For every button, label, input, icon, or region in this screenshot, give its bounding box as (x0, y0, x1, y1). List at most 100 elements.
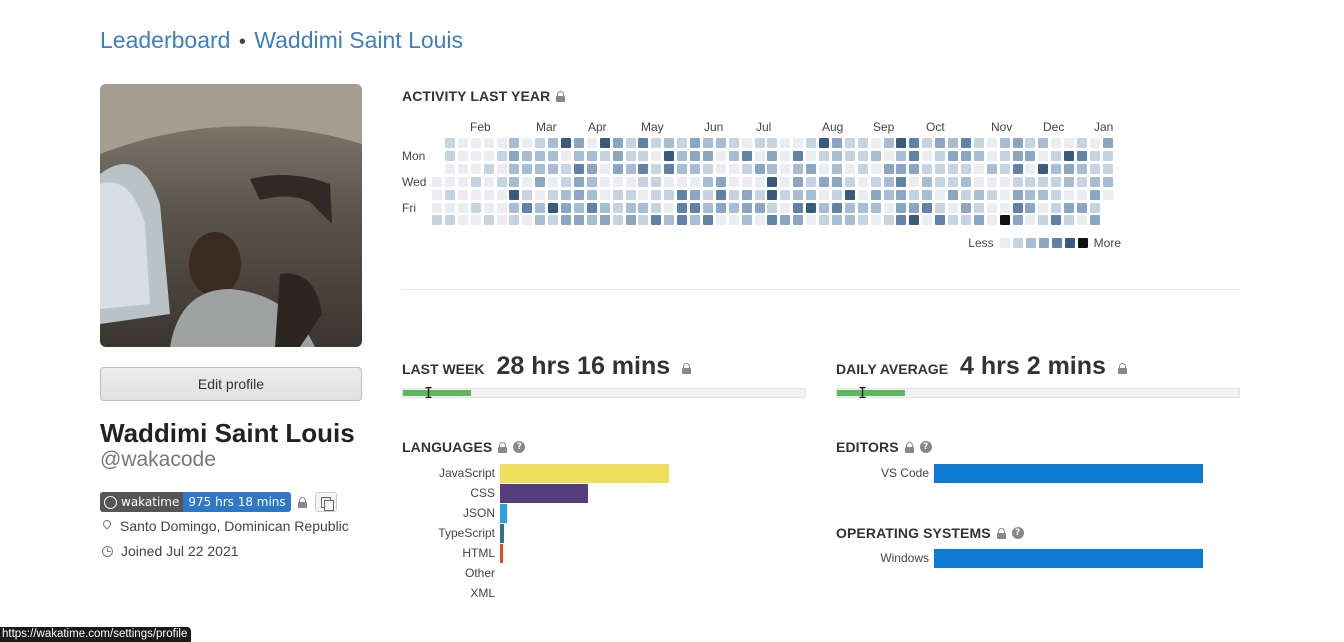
activity-day-cell[interactable] (664, 176, 675, 187)
activity-day-cell[interactable] (922, 215, 933, 226)
activity-day-cell[interactable] (935, 150, 946, 161)
activity-day-cell[interactable] (651, 202, 662, 213)
activity-day-cell[interactable] (444, 150, 455, 161)
activity-day-cell[interactable] (561, 138, 571, 148)
activity-day-cell[interactable] (909, 150, 920, 161)
activity-day-cell[interactable] (767, 138, 778, 148)
breadcrumb-leaderboard-link[interactable]: Leaderboard (100, 27, 230, 53)
activity-day-cell[interactable] (1077, 202, 1087, 213)
activity-day-cell[interactable] (857, 150, 868, 161)
activity-day-cell[interactable] (522, 150, 533, 161)
activity-day-cell[interactable] (870, 202, 881, 213)
activity-day-cell[interactable] (599, 163, 610, 174)
activity-day-cell[interactable] (948, 202, 958, 213)
activity-day-cell[interactable] (960, 163, 971, 174)
activity-day-cell[interactable] (986, 138, 997, 148)
activity-day-cell[interactable] (1012, 150, 1023, 161)
bar[interactable] (500, 464, 669, 483)
activity-day-cell[interactable] (702, 138, 713, 148)
help-icon[interactable]: ? (919, 441, 932, 453)
activity-day-cell[interactable] (690, 202, 700, 213)
activity-day-cell[interactable] (677, 163, 688, 174)
activity-day-cell[interactable] (573, 202, 584, 213)
activity-day-cell[interactable] (1102, 150, 1113, 161)
activity-day-cell[interactable] (470, 176, 481, 187)
bar[interactable] (500, 484, 589, 503)
activity-day-cell[interactable] (999, 150, 1010, 161)
activity-day-cell[interactable] (819, 163, 829, 174)
activity-day-cell[interactable] (844, 138, 855, 148)
activity-day-cell[interactable] (586, 163, 597, 174)
bar[interactable] (500, 544, 503, 563)
activity-day-cell[interactable] (806, 215, 817, 226)
activity-day-cell[interactable] (715, 176, 726, 187)
activity-day-cell[interactable] (612, 163, 623, 174)
activity-day-cell[interactable] (780, 150, 791, 161)
activity-day-cell[interactable] (819, 189, 829, 200)
activity-day-cell[interactable] (573, 163, 584, 174)
activity-day-cell[interactable] (573, 176, 584, 187)
activity-day-cell[interactable] (831, 176, 842, 187)
activity-day-cell[interactable] (844, 163, 855, 174)
activity-day-cell[interactable] (1038, 215, 1049, 226)
activity-day-cell[interactable] (909, 138, 920, 148)
activity-day-cell[interactable] (664, 202, 675, 213)
activity-day-cell[interactable] (677, 215, 688, 226)
bar[interactable] (500, 524, 505, 543)
activity-day-cell[interactable] (509, 176, 520, 187)
activity-day-cell[interactable] (999, 163, 1010, 174)
activity-day-cell[interactable] (1051, 150, 1062, 161)
activity-day-cell[interactable] (483, 215, 494, 226)
activity-day-cell[interactable] (690, 150, 700, 161)
activity-day-cell[interactable] (690, 176, 700, 187)
activity-day-cell[interactable] (432, 176, 442, 187)
activity-day-cell[interactable] (999, 138, 1010, 148)
activity-day-cell[interactable] (754, 176, 765, 187)
activity-day-cell[interactable] (1077, 176, 1087, 187)
activity-day-cell[interactable] (819, 176, 829, 187)
activity-day-cell[interactable] (857, 138, 868, 148)
activity-day-cell[interactable] (1102, 176, 1113, 187)
activity-day-cell[interactable] (986, 150, 997, 161)
activity-day-cell[interactable] (844, 215, 855, 226)
activity-day-cell[interactable] (444, 163, 455, 174)
activity-day-cell[interactable] (935, 202, 946, 213)
bar[interactable] (934, 549, 1203, 568)
activity-day-cell[interactable] (844, 189, 855, 200)
activity-day-cell[interactable] (1012, 202, 1023, 213)
activity-day-cell[interactable] (780, 189, 791, 200)
activity-day-cell[interactable] (535, 163, 546, 174)
activity-day-cell[interactable] (870, 176, 881, 187)
activity-day-cell[interactable] (522, 138, 533, 148)
activity-day-cell[interactable] (780, 176, 791, 187)
activity-day-cell[interactable] (806, 150, 817, 161)
activity-day-cell[interactable] (561, 163, 571, 174)
activity-day-cell[interactable] (690, 138, 700, 148)
breadcrumb-user-link[interactable]: Waddimi Saint Louis (254, 27, 463, 53)
activity-day-cell[interactable] (1038, 150, 1049, 161)
activity-day-cell[interactable] (664, 150, 675, 161)
activity-day-cell[interactable] (999, 189, 1010, 200)
activity-day-cell[interactable] (767, 176, 778, 187)
activity-day-cell[interactable] (741, 163, 752, 174)
activity-day-cell[interactable] (1077, 163, 1087, 174)
activity-day-cell[interactable] (806, 163, 817, 174)
activity-day-cell[interactable] (922, 138, 933, 148)
activity-day-cell[interactable] (573, 138, 584, 148)
activity-day-cell[interactable] (973, 163, 984, 174)
activity-day-cell[interactable] (728, 138, 739, 148)
activity-day-cell[interactable] (573, 215, 584, 226)
activity-day-cell[interactable] (612, 202, 623, 213)
activity-day-cell[interactable] (935, 163, 946, 174)
activity-day-cell[interactable] (780, 138, 791, 148)
activity-day-cell[interactable] (561, 189, 571, 200)
activity-day-cell[interactable] (1089, 163, 1100, 174)
activity-day-cell[interactable] (664, 189, 675, 200)
activity-day-cell[interactable] (806, 189, 817, 200)
activity-day-cell[interactable] (1025, 163, 1036, 174)
activity-day-cell[interactable] (922, 150, 933, 161)
activity-day-cell[interactable] (599, 215, 610, 226)
bar[interactable] (500, 504, 508, 523)
activity-day-cell[interactable] (535, 150, 546, 161)
activity-day-cell[interactable] (793, 138, 804, 148)
